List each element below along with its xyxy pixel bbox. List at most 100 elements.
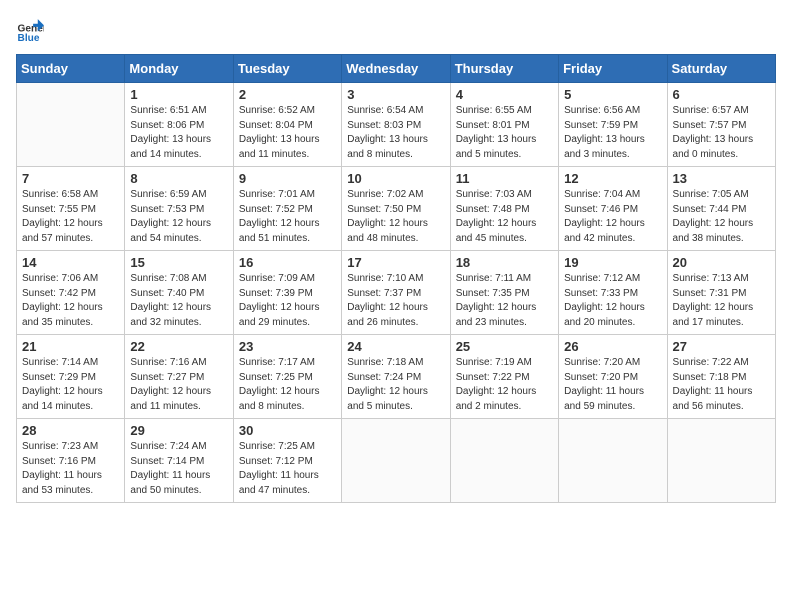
calendar-cell: 7Sunrise: 6:58 AM Sunset: 7:55 PM Daylig… [17, 167, 125, 251]
calendar-cell [450, 419, 558, 503]
calendar-cell: 26Sunrise: 7:20 AM Sunset: 7:20 PM Dayli… [559, 335, 667, 419]
day-info: Sunrise: 7:08 AM Sunset: 7:40 PM Dayligh… [130, 272, 227, 330]
calendar-table: SundayMondayTuesdayWednesdayThursdayFrid… [16, 54, 776, 503]
weekday-header: Saturday [667, 55, 775, 83]
calendar-cell: 11 Sunrise: 7:03 AM Sunset: 7:48 PM Dayli… [450, 167, 558, 251]
calendar-cell: 4 Sunrise: 6:55 AM Sunset: 8:01 PM Daylig… [450, 83, 558, 167]
day-info: Sunrise: 7:18 AM Sunset: 7:24 PM Dayligh… [347, 356, 444, 414]
calendar-cell: 12 Sunrise: 7:04 AM Sunset: 7:46 PM Dayli… [559, 167, 667, 251]
calendar-cell [342, 419, 450, 503]
day-info: Sunrise: 6:59 AM Sunset: 7:53 PM Dayligh… [130, 188, 227, 246]
calendar-week-row: 21 Sunrise: 7:14 AM Sunset: 7:29 PM Dayli… [17, 335, 776, 419]
day-info: Sunrise: 7:14 AM Sunset: 7:29 PM Dayligh… [22, 356, 119, 414]
day-number: 8 [130, 171, 227, 186]
day-info: Sunrise: 7:12 AM Sunset: 7:33 PM Dayligh… [564, 272, 661, 330]
calendar-week-row: 1 Sunrise: 6:51 AM Sunset: 8:06 PM Daylig… [17, 83, 776, 167]
calendar-cell: 25 Sunrise: 7:19 AM Sunset: 7:22 PM Dayli… [450, 335, 558, 419]
calendar-cell: 17 Sunrise: 7:10 AM Sunset: 7:37 PM Dayli… [342, 251, 450, 335]
day-number: 1 [130, 87, 227, 102]
day-info: Sunrise: 6:54 AM Sunset: 8:03 PM Dayligh… [347, 104, 444, 162]
calendar-cell: 8 Sunrise: 6:59 AM Sunset: 7:53 PM Daylig… [125, 167, 233, 251]
svg-text:Blue: Blue [18, 33, 40, 44]
day-number: 9 [239, 171, 336, 186]
calendar-week-row: 14 Sunrise: 7:06 AM Sunset: 7:42 PM Dayli… [17, 251, 776, 335]
day-number: 5 [564, 87, 661, 102]
day-number: 23 [239, 339, 336, 354]
day-info: Sunrise: 7:04 AM Sunset: 7:46 PM Dayligh… [564, 188, 661, 246]
day-info: Sunrise: 6:55 AM Sunset: 8:01 PM Dayligh… [456, 104, 553, 162]
day-info: Sunrise: 7:25 AM Sunset: 7:12 PM Dayligh… [239, 440, 336, 498]
calendar-cell [667, 419, 775, 503]
day-info: Sunrise: 6:51 AM Sunset: 8:06 PM Dayligh… [130, 104, 227, 162]
day-info: Sunrise: 7:05 AM Sunset: 7:44 PM Dayligh… [673, 188, 770, 246]
calendar-cell: 23 Sunrise: 7:17 AM Sunset: 7:25 PM Dayli… [233, 335, 341, 419]
day-number: 30 [239, 423, 336, 438]
day-number: 4 [456, 87, 553, 102]
day-info: Sunrise: 7:24 AM Sunset: 7:14 PM Dayligh… [130, 440, 227, 498]
logo: General Blue [16, 16, 48, 44]
day-number: 10 [347, 171, 444, 186]
day-number: 29 [130, 423, 227, 438]
calendar-cell: 2 Sunrise: 6:52 AM Sunset: 8:04 PM Daylig… [233, 83, 341, 167]
page-header: General Blue [16, 16, 776, 44]
weekday-header: Tuesday [233, 55, 341, 83]
day-number: 26 [564, 339, 661, 354]
calendar-cell: 15 Sunrise: 7:08 AM Sunset: 7:40 PM Dayli… [125, 251, 233, 335]
day-info: Sunrise: 7:11 AM Sunset: 7:35 PM Dayligh… [456, 272, 553, 330]
day-info: Sunrise: 7:22 AM Sunset: 7:18 PM Dayligh… [673, 356, 770, 414]
day-number: 21 [22, 339, 119, 354]
weekday-header: Sunday [17, 55, 125, 83]
day-number: 3 [347, 87, 444, 102]
day-number: 22 [130, 339, 227, 354]
day-number: 11 [456, 171, 553, 186]
day-info: Sunrise: 7:13 AM Sunset: 7:31 PM Dayligh… [673, 272, 770, 330]
day-number: 12 [564, 171, 661, 186]
day-number: 6 [673, 87, 770, 102]
day-info: Sunrise: 6:56 AM Sunset: 7:59 PM Dayligh… [564, 104, 661, 162]
day-number: 7 [22, 171, 119, 186]
day-info: Sunrise: 6:52 AM Sunset: 8:04 PM Dayligh… [239, 104, 336, 162]
calendar-cell: 28 Sunrise: 7:23 AM Sunset: 7:16 PM Dayli… [17, 419, 125, 503]
day-number: 16 [239, 255, 336, 270]
calendar-cell: 18 Sunrise: 7:11 AM Sunset: 7:35 PM Dayli… [450, 251, 558, 335]
calendar-cell: 16 Sunrise: 7:09 AM Sunset: 7:39 PM Dayli… [233, 251, 341, 335]
day-number: 28 [22, 423, 119, 438]
day-number: 18 [456, 255, 553, 270]
calendar-week-row: 7Sunrise: 6:58 AM Sunset: 7:55 PM Daylig… [17, 167, 776, 251]
day-info: Sunrise: 7:17 AM Sunset: 7:25 PM Dayligh… [239, 356, 336, 414]
calendar-cell: 9Sunrise: 7:01 AM Sunset: 7:52 PM Daylig… [233, 167, 341, 251]
weekday-header: Thursday [450, 55, 558, 83]
calendar-cell: 21 Sunrise: 7:14 AM Sunset: 7:29 PM Dayli… [17, 335, 125, 419]
calendar-header-row: SundayMondayTuesdayWednesdayThursdayFrid… [17, 55, 776, 83]
calendar-cell: 19Sunrise: 7:12 AM Sunset: 7:33 PM Dayli… [559, 251, 667, 335]
calendar-cell: 5 Sunrise: 6:56 AM Sunset: 7:59 PM Daylig… [559, 83, 667, 167]
calendar-cell: 3 Sunrise: 6:54 AM Sunset: 8:03 PM Daylig… [342, 83, 450, 167]
weekday-header: Wednesday [342, 55, 450, 83]
weekday-header: Friday [559, 55, 667, 83]
calendar-cell: 24 Sunrise: 7:18 AM Sunset: 7:24 PM Dayli… [342, 335, 450, 419]
day-number: 2 [239, 87, 336, 102]
day-info: Sunrise: 7:16 AM Sunset: 7:27 PM Dayligh… [130, 356, 227, 414]
day-info: Sunrise: 7:19 AM Sunset: 7:22 PM Dayligh… [456, 356, 553, 414]
calendar-cell: 29 Sunrise: 7:24 AM Sunset: 7:14 PM Dayli… [125, 419, 233, 503]
calendar-cell: 14 Sunrise: 7:06 AM Sunset: 7:42 PM Dayli… [17, 251, 125, 335]
calendar-cell: 13 Sunrise: 7:05 AM Sunset: 7:44 PM Dayli… [667, 167, 775, 251]
day-number: 13 [673, 171, 770, 186]
calendar-cell: 6 Sunrise: 6:57 AM Sunset: 7:57 PM Daylig… [667, 83, 775, 167]
day-number: 14 [22, 255, 119, 270]
day-number: 24 [347, 339, 444, 354]
day-number: 17 [347, 255, 444, 270]
calendar-cell: 22 Sunrise: 7:16 AM Sunset: 7:27 PM Dayli… [125, 335, 233, 419]
day-number: 15 [130, 255, 227, 270]
calendar-cell: 10Sunrise: 7:02 AM Sunset: 7:50 PM Dayli… [342, 167, 450, 251]
day-info: Sunrise: 7:09 AM Sunset: 7:39 PM Dayligh… [239, 272, 336, 330]
day-number: 20 [673, 255, 770, 270]
calendar-cell: 1 Sunrise: 6:51 AM Sunset: 8:06 PM Daylig… [125, 83, 233, 167]
day-number: 25 [456, 339, 553, 354]
calendar-cell: 30 Sunrise: 7:25 AM Sunset: 7:12 PM Dayli… [233, 419, 341, 503]
day-info: Sunrise: 6:57 AM Sunset: 7:57 PM Dayligh… [673, 104, 770, 162]
day-info: Sunrise: 7:03 AM Sunset: 7:48 PM Dayligh… [456, 188, 553, 246]
day-info: Sunrise: 7:06 AM Sunset: 7:42 PM Dayligh… [22, 272, 119, 330]
day-info: Sunrise: 7:23 AM Sunset: 7:16 PM Dayligh… [22, 440, 119, 498]
day-info: Sunrise: 7:10 AM Sunset: 7:37 PM Dayligh… [347, 272, 444, 330]
